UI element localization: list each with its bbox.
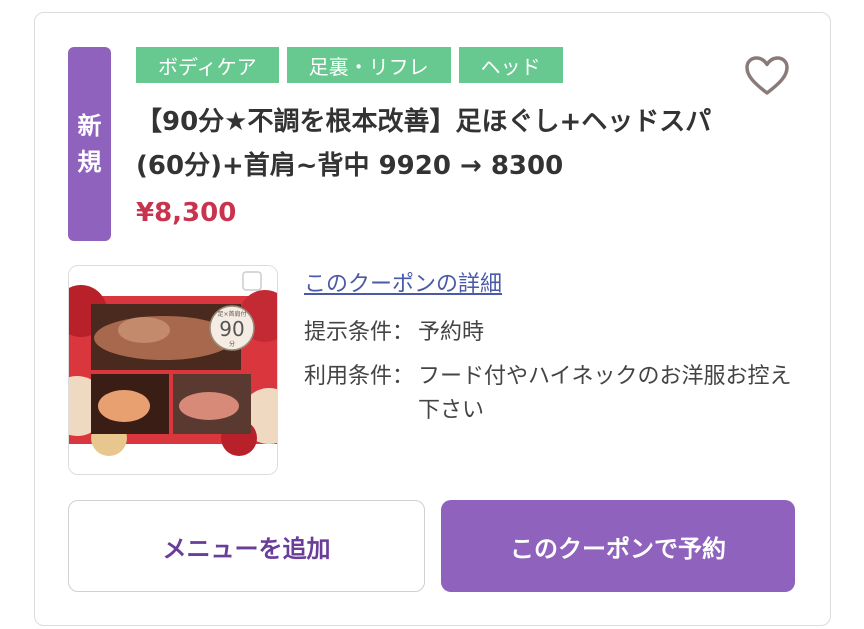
usage-condition-value: フード付やハイネックのお洋服お控え下さい bbox=[418, 364, 792, 423]
coupon-thumbnail: 足×首肩付 90 分 bbox=[68, 265, 278, 475]
coupon-title: 【90分★不調を根本改善】足ほぐし+ヘッドスパ(60分)+首肩~背中 9920 … bbox=[136, 107, 712, 181]
coupon-details-link[interactable]: このクーポンの詳細 bbox=[304, 266, 502, 298]
favorite-button[interactable] bbox=[741, 51, 793, 101]
new-badge-char-2: 規 bbox=[77, 148, 102, 176]
massage-photo: 足×首肩付 90 分 bbox=[69, 266, 277, 474]
new-badge-char-1: 新 bbox=[77, 112, 102, 140]
reserve-with-coupon-button[interactable]: このクーポンで予約 bbox=[441, 500, 795, 592]
heart-outline-icon bbox=[745, 56, 789, 95]
usage-condition: 利用条件： フード付やハイネックのお洋服お控え下さい bbox=[304, 360, 798, 428]
tag-body-care: ボディケア bbox=[136, 47, 279, 83]
thumb-badge-unit: 分 bbox=[229, 340, 235, 348]
tag-foot-reflex: 足裏・リフレ bbox=[286, 47, 451, 83]
usage-condition-label: 利用条件： bbox=[304, 364, 415, 389]
category-tags: ボディケア 足裏・リフレ ヘッド bbox=[136, 47, 563, 83]
presentation-condition-value: 予約時 bbox=[418, 320, 485, 345]
thumb-badge-num: 90 bbox=[219, 317, 244, 341]
coupon-price: ¥8,300 bbox=[136, 198, 237, 228]
tag-head: ヘッド bbox=[458, 47, 563, 83]
new-badge: 新 規 bbox=[68, 47, 111, 241]
presentation-condition-label: 提示条件： bbox=[304, 320, 415, 345]
presentation-condition: 提示条件： 予約時 bbox=[304, 316, 798, 350]
add-menu-button[interactable]: メニューを追加 bbox=[68, 500, 425, 592]
